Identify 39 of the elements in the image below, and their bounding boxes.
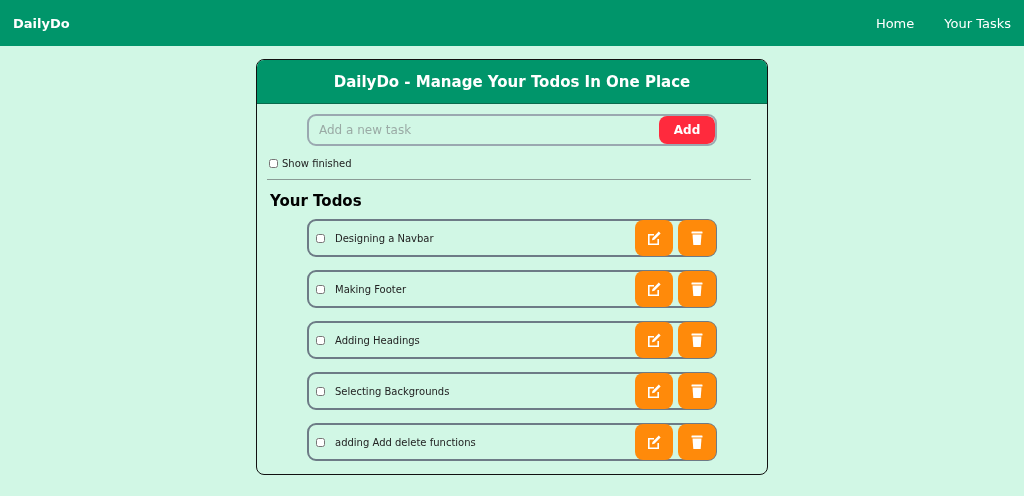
card-title: DailyDo - Manage Your Todos In One Place	[333, 72, 691, 91]
edit-icon	[646, 332, 662, 348]
edit-icon	[646, 230, 662, 246]
show-finished-label: Show finished	[282, 158, 352, 169]
nav-link[interactable]: Your Tasks	[944, 15, 1011, 31]
edit-button[interactable]	[635, 271, 673, 307]
todo-text: adding Add delete functions	[335, 436, 477, 448]
todo-text: Making Footer	[335, 283, 407, 295]
todo-checkbox[interactable]	[316, 233, 325, 243]
trash-icon	[689, 230, 705, 246]
edit-icon	[646, 281, 662, 297]
trash-icon	[689, 332, 705, 348]
delete-button[interactable]	[678, 271, 716, 307]
edit-button[interactable]	[635, 373, 673, 409]
edit-icon	[646, 383, 662, 399]
todo-checkbox[interactable]	[316, 437, 325, 447]
todo-checkbox[interactable]	[316, 335, 325, 345]
task-input-field[interactable]: Add a new task Add	[307, 114, 717, 146]
delete-button[interactable]	[678, 373, 716, 409]
nav-link[interactable]: Home	[875, 15, 915, 31]
todos-heading: Your Todos	[270, 192, 363, 210]
todo-text: Adding Headings	[335, 334, 421, 346]
trash-icon	[689, 383, 705, 399]
todo-text: Designing a Navbar	[335, 232, 435, 244]
delete-button[interactable]	[678, 322, 716, 358]
trash-icon	[689, 434, 705, 450]
add-button[interactable]: Add	[659, 116, 715, 144]
todo-checkbox[interactable]	[316, 284, 325, 294]
brand-logo[interactable]: DailyDo	[13, 15, 70, 31]
todo-text: Selecting Backgrounds	[335, 385, 451, 397]
edit-button[interactable]	[635, 220, 673, 256]
trash-icon	[689, 281, 705, 297]
edit-button[interactable]	[635, 322, 673, 358]
edit-icon	[646, 434, 662, 450]
edit-button[interactable]	[635, 424, 673, 460]
delete-button[interactable]	[678, 424, 716, 460]
todo-checkbox[interactable]	[316, 386, 325, 396]
show-finished-checkbox[interactable]	[269, 159, 278, 168]
delete-button[interactable]	[678, 220, 716, 256]
